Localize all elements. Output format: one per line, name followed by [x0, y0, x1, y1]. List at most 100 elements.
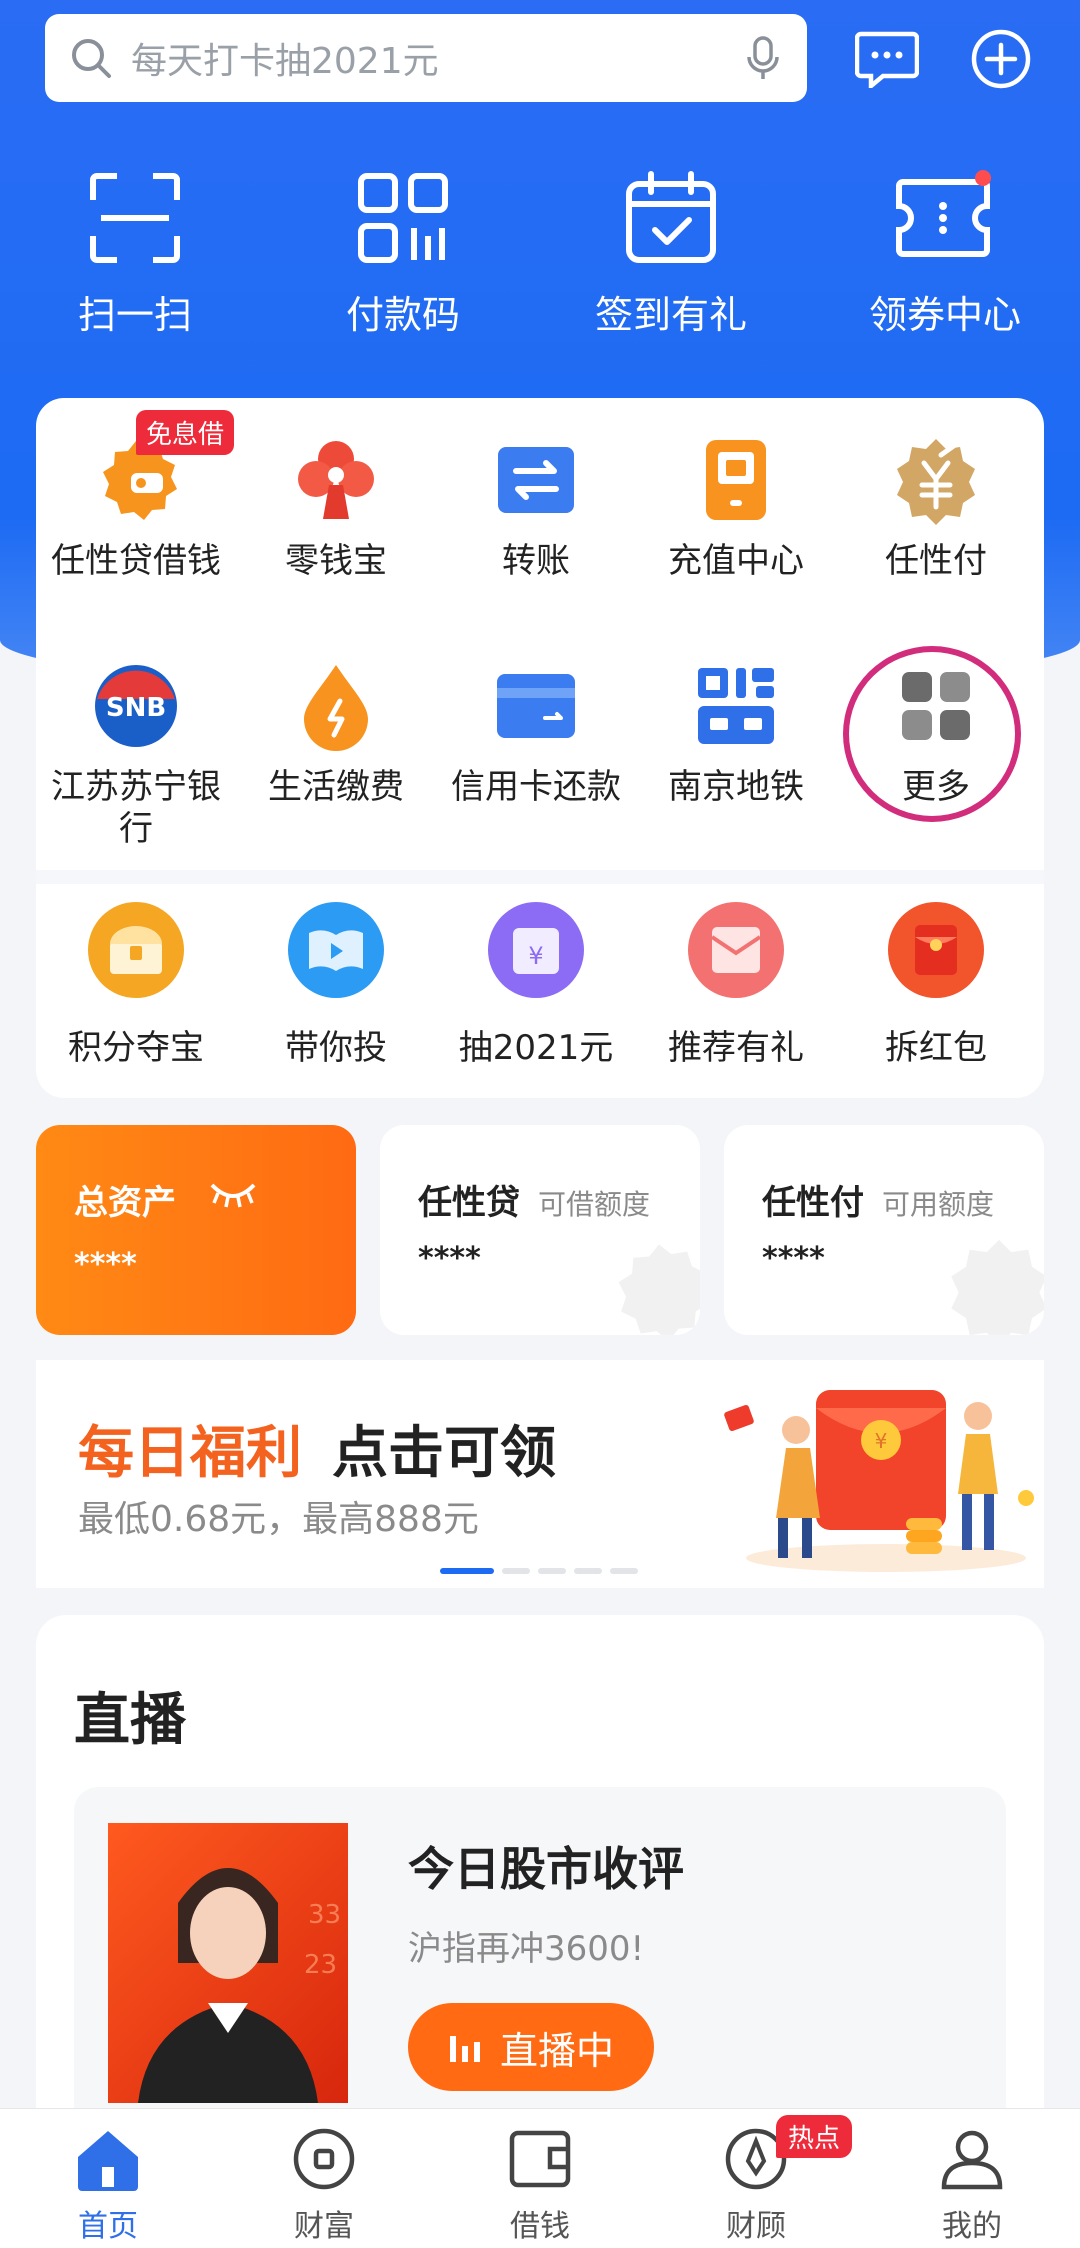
- transfer-icon: [486, 430, 586, 530]
- card-divider: [36, 870, 1044, 884]
- svg-text:33: 33: [308, 1900, 341, 1930]
- live-headline: 今日股市收评: [408, 1842, 684, 1896]
- video-book-icon: [288, 902, 384, 998]
- coupon-icon: [896, 170, 991, 257]
- live-section-title: 直播: [74, 1688, 186, 1753]
- service-label: 零钱宝: [285, 541, 387, 581]
- daily-welfare-banner[interactable]: 每日福利 点击可领 最低0.68元，最高888元 ¥: [36, 1360, 1044, 1588]
- svg-text:23: 23: [304, 1950, 337, 1980]
- total-assets-card[interactable]: 总资产 ****: [36, 1125, 356, 1335]
- yuan-badge-icon: [886, 430, 986, 530]
- red-envelope-illustration: ¥: [724, 1390, 1034, 1572]
- quick-action-label: 签到有礼: [594, 293, 747, 337]
- search-icon: [72, 39, 111, 78]
- wealth-icon: [293, 2128, 355, 2190]
- loan-limit-sub: 可借额度: [538, 1188, 651, 1221]
- service-label: 南京地铁: [668, 767, 804, 807]
- promo-label: 拆红包: [885, 1028, 987, 1068]
- service-label: 信用卡还款: [451, 767, 621, 807]
- service-utilities[interactable]: 生活缴费: [236, 656, 436, 808]
- promo-invest-with-you[interactable]: 带你投: [236, 902, 436, 1069]
- quick-action-checkin[interactable]: 签到有礼: [556, 170, 786, 339]
- metro-qr-icon: [686, 656, 786, 756]
- pay-limit-title: 任性付: [762, 1183, 864, 1223]
- nav-label: 首页: [78, 2209, 138, 2244]
- nav-label: 借钱: [510, 2209, 570, 2244]
- banner-title-orange: 每日福利: [78, 1421, 302, 1486]
- borrow-wallet-icon: [509, 2130, 571, 2188]
- quick-action-label: 付款码: [345, 293, 460, 337]
- service-label: 转账: [502, 541, 570, 581]
- bill-drop-icon: [286, 656, 386, 756]
- quick-action-label: 领券中心: [868, 293, 1021, 337]
- red-packet-icon: [888, 902, 984, 998]
- pay-limit-sub: 可用额度: [882, 1188, 995, 1221]
- eye-closed-icon[interactable]: [208, 1179, 258, 1209]
- quick-action-paycode[interactable]: 付款码: [288, 170, 518, 339]
- nav-wealth[interactable]: 财富: [216, 2127, 432, 2245]
- nav-label: 财顾: [726, 2209, 786, 2244]
- service-label: 任性付: [885, 541, 987, 581]
- profile-icon: [941, 2130, 1003, 2190]
- quick-action-scan[interactable]: 扫一扫: [20, 170, 250, 339]
- total-assets-title: 总资产: [74, 1183, 176, 1223]
- payment-code-icon: [358, 173, 448, 263]
- quick-action-label: 扫一扫: [77, 293, 192, 337]
- add-icon[interactable]: [966, 24, 1036, 94]
- service-change-treasure[interactable]: 零钱宝: [236, 430, 436, 582]
- microphone-icon[interactable]: [743, 35, 783, 81]
- promo-label: 带你投: [285, 1028, 387, 1068]
- service-label: 任性贷借钱: [51, 541, 221, 581]
- anchor-thumbnail: 33 23: [108, 1823, 348, 2103]
- carousel-dot-active: [440, 1568, 494, 1574]
- service-snb[interactable]: SNB 江苏苏宁银行: [36, 656, 236, 850]
- promo-lottery[interactable]: ¥ 抽2021元: [436, 902, 636, 1069]
- wallet-clover-icon: [286, 430, 386, 530]
- nav-label: 我的: [942, 2209, 1002, 2244]
- credit-card-icon: [486, 656, 586, 756]
- nav-label: 财富: [294, 2209, 354, 2244]
- nav-profile[interactable]: 我的: [864, 2127, 1080, 2245]
- svg-text:¥: ¥: [875, 1429, 888, 1453]
- service-recharge[interactable]: 充值中心: [636, 430, 836, 582]
- phone-recharge-icon: [686, 430, 786, 530]
- svg-text:¥: ¥: [528, 942, 543, 970]
- service-label: 充值中心: [668, 541, 804, 581]
- loan-limit-value: ****: [418, 1241, 481, 1276]
- search-bar[interactable]: 每天打卡抽2021元: [45, 14, 807, 102]
- svg-text:SNB: SNB: [106, 693, 166, 723]
- carousel-dot: [502, 1568, 530, 1574]
- service-renxingfu[interactable]: 任性付: [836, 430, 1036, 582]
- search-placeholder: 每天打卡抽2021元: [131, 41, 439, 82]
- live-now-button[interactable]: 直播中: [408, 2003, 654, 2091]
- snb-logo-icon: SNB: [86, 656, 186, 756]
- service-credit-card[interactable]: 信用卡还款: [436, 656, 636, 808]
- scan-icon: [90, 173, 180, 263]
- loan-limit-title: 任性贷: [418, 1183, 520, 1223]
- hot-badge: 热点: [776, 2115, 853, 2158]
- banner-title-dark: 点击可领: [332, 1421, 556, 1486]
- promo-label: 推荐有礼: [668, 1028, 804, 1068]
- service-transfer[interactable]: 转账: [436, 430, 636, 582]
- nav-home[interactable]: 首页: [0, 2127, 216, 2245]
- promo-points-treasure[interactable]: 积分夺宝: [36, 902, 236, 1069]
- nav-borrow[interactable]: 借钱: [432, 2127, 648, 2245]
- promo-referral[interactable]: 推荐有礼: [636, 902, 836, 1069]
- promo-red-packet[interactable]: 拆红包: [836, 902, 1036, 1069]
- service-label: 生活缴费: [268, 767, 404, 807]
- live-bars-icon: [449, 2036, 480, 2062]
- home-icon: [78, 2131, 138, 2191]
- pay-watermark-icon: [951, 1239, 1044, 1335]
- loan-limit-card[interactable]: 任性贷 可借额度 ****: [380, 1125, 700, 1335]
- bottom-navigation: 首页 财富 借钱 财顾 热点 我的: [0, 2108, 1080, 2248]
- pay-limit-card[interactable]: 任性付 可用额度 ****: [724, 1125, 1044, 1335]
- interest-free-badge: 免息借: [136, 410, 235, 455]
- carousel-dot: [538, 1568, 566, 1574]
- live-subtitle: 沪指再冲3600!: [408, 1929, 645, 1969]
- banner-subtitle: 最低0.68元，最高888元: [78, 1499, 479, 1540]
- total-assets-value: ****: [74, 1247, 137, 1282]
- quick-action-coupon[interactable]: 领券中心: [830, 170, 1060, 339]
- promo-label: 抽2021元: [458, 1028, 614, 1068]
- service-nanjing-metro[interactable]: 南京地铁: [636, 656, 836, 808]
- message-icon[interactable]: [852, 24, 922, 94]
